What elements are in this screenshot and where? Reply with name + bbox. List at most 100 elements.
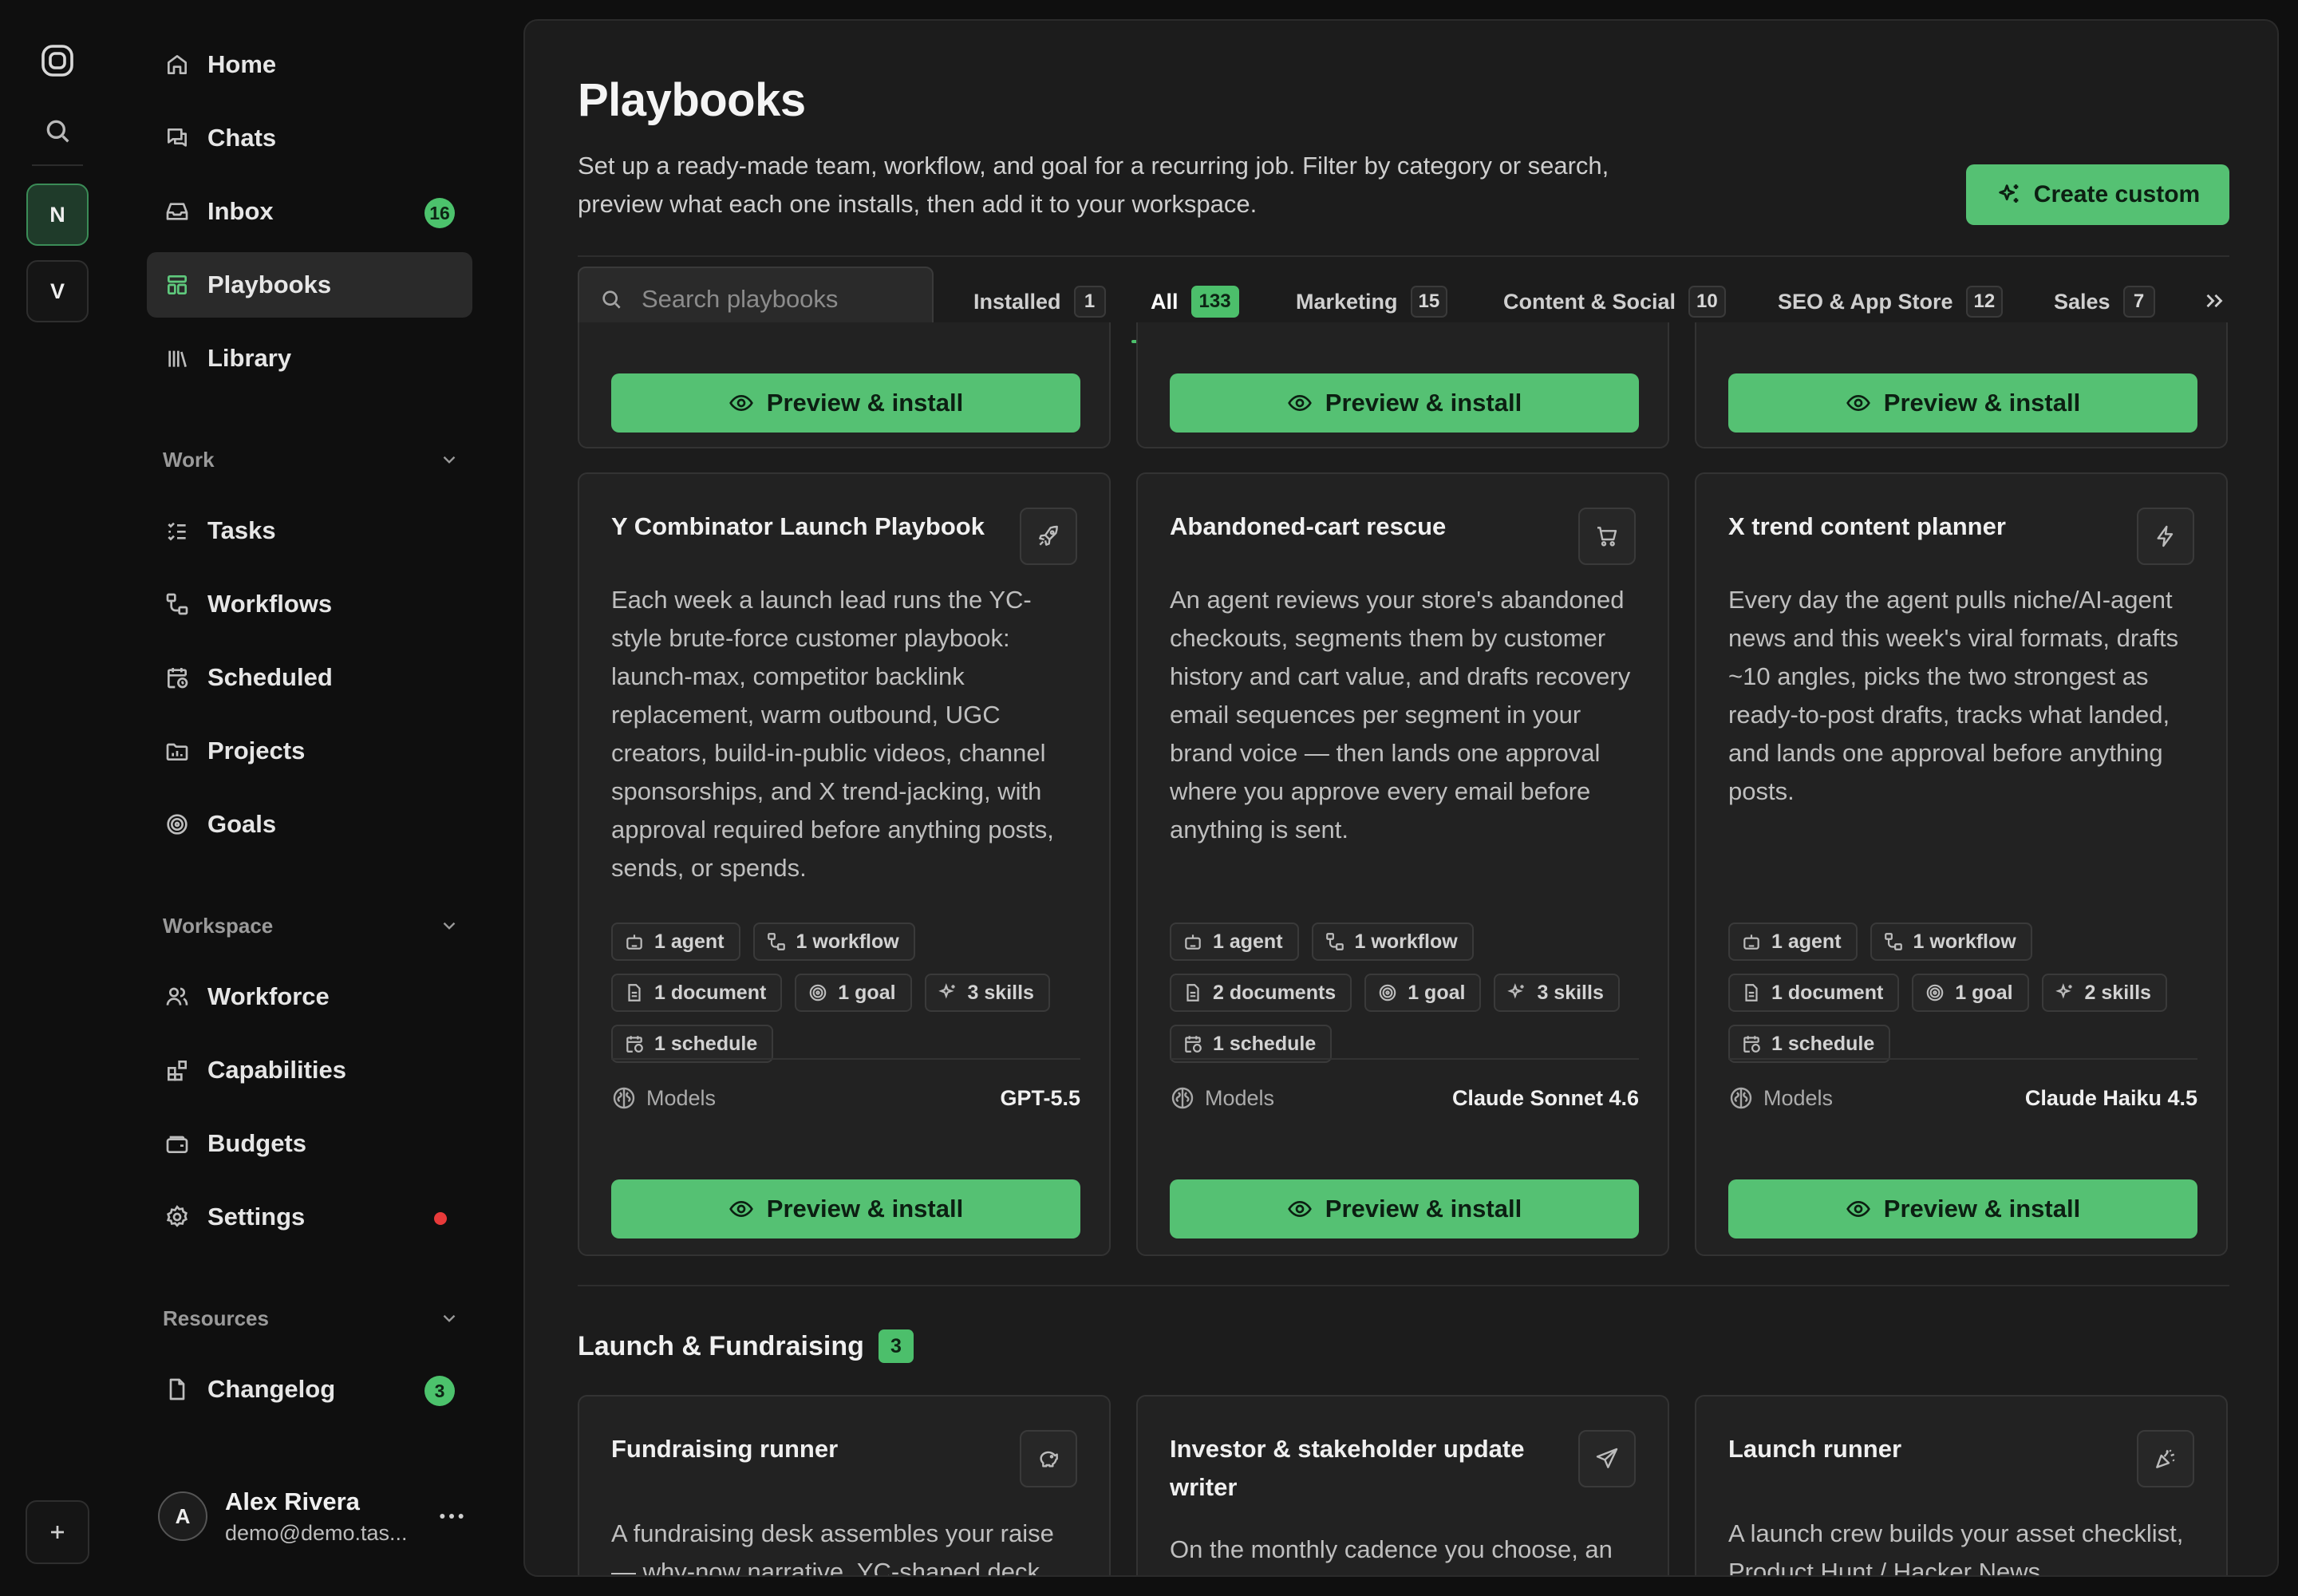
sidebar-item-label: Projects bbox=[207, 737, 306, 764]
chip-skills: 2 skills bbox=[2041, 974, 2167, 1012]
document-icon bbox=[1745, 984, 1758, 1001]
tab-seo-app-store[interactable]: SEO & App Store 12 bbox=[1778, 275, 2004, 329]
create-custom-button[interactable]: Create custom bbox=[1966, 164, 2229, 225]
sidebar-item-scheduled[interactable]: Scheduled bbox=[147, 645, 472, 710]
card-title: Abandoned-cart rescue bbox=[1170, 512, 1447, 540]
tab-installed[interactable]: Installed 1 bbox=[973, 275, 1106, 329]
sidebar-item-capabilities[interactable]: Capabilities bbox=[147, 1037, 472, 1103]
page-title: Playbooks bbox=[578, 74, 806, 126]
sidebar-item-inbox[interactable]: Inbox 16 bbox=[147, 179, 472, 244]
section-toggle-workspace[interactable]: Workspace bbox=[163, 910, 460, 942]
sidebar-item-tasks[interactable]: Tasks bbox=[147, 498, 472, 563]
add-workspace-button[interactable] bbox=[26, 1500, 89, 1564]
tab-count: 12 bbox=[1965, 286, 2004, 318]
sidebar-item-workforce[interactable]: Workforce bbox=[147, 964, 472, 1029]
section-toggle-work[interactable]: Work bbox=[163, 444, 460, 476]
tab-count: 1 bbox=[1073, 286, 1106, 318]
home-icon bbox=[164, 52, 190, 77]
section-title-text: Launch & Fundraising bbox=[578, 1330, 864, 1361]
eye-icon bbox=[1846, 1200, 1870, 1218]
section-title: Workspace bbox=[163, 913, 274, 938]
search-icon bbox=[602, 290, 621, 309]
tasks-icon bbox=[164, 518, 190, 543]
playbook-card-fundraising: Fundraising runner A fundraising desk as… bbox=[578, 1395, 1111, 1577]
preview-install-button[interactable]: Preview & install bbox=[1170, 1179, 1639, 1238]
chip-documents: 1 document bbox=[611, 974, 783, 1012]
tab-count: 15 bbox=[1410, 286, 1448, 318]
sidebar-item-label: Goals bbox=[207, 810, 277, 838]
workflow-icon bbox=[1884, 933, 1902, 950]
sidebar-item-chats[interactable]: Chats bbox=[147, 105, 472, 171]
playbook-card-launch-runner: Launch runner A launch crew builds your … bbox=[1695, 1395, 2228, 1575]
sidebar-item-label: Changelog bbox=[207, 1375, 336, 1403]
card-description: On the monthly cadence you choose, an up… bbox=[1170, 1535, 1613, 1575]
avatar: A bbox=[158, 1491, 207, 1541]
chip-workflows: 1 workflow bbox=[1311, 922, 1474, 961]
preview-install-button[interactable]: Preview & install bbox=[611, 1179, 1080, 1238]
user-profile[interactable]: A Alex Rivera demo@demo.tas... bbox=[158, 1476, 472, 1556]
chip-agents: 1 agent bbox=[1170, 922, 1299, 961]
sidebar-item-goals[interactable]: Goals bbox=[147, 792, 472, 857]
more-options-icon[interactable] bbox=[436, 1500, 468, 1532]
playbook-card: Preview & install bbox=[578, 322, 1111, 448]
sidebar-item-label: Scheduled bbox=[207, 663, 333, 691]
card-description: A fundraising desk assembles your raise … bbox=[611, 1519, 1054, 1577]
workspace-switch-v[interactable]: V bbox=[26, 260, 89, 322]
chip-goals: 1 goal bbox=[1364, 974, 1482, 1012]
sidebar-item-projects[interactable]: Projects bbox=[147, 718, 472, 784]
sidebar-item-label: Workflows bbox=[207, 590, 333, 618]
inbox-count-badge: 16 bbox=[424, 198, 455, 228]
people-icon bbox=[164, 984, 190, 1009]
chevrons-right-icon[interactable] bbox=[2201, 287, 2228, 314]
preview-install-label: Preview & install bbox=[766, 389, 964, 417]
party-popper-icon bbox=[2137, 1430, 2194, 1487]
calendar-clock-icon bbox=[1743, 1036, 1760, 1053]
sidebar-item-label: Budgets bbox=[207, 1129, 306, 1157]
models-label: Models bbox=[646, 1085, 717, 1110]
tab-label: Sales bbox=[2054, 289, 2110, 314]
sidebar-item-changelog[interactable]: Changelog 3 bbox=[147, 1357, 472, 1422]
preview-install-button[interactable]: Preview & install bbox=[1728, 373, 2197, 433]
sidebar-item-workflows[interactable]: Workflows bbox=[147, 571, 472, 637]
sparkles-icon bbox=[1999, 184, 2019, 203]
card-title: Fundraising runner bbox=[611, 1435, 839, 1463]
target-icon bbox=[164, 812, 190, 837]
tab-all[interactable]: All 133 bbox=[1151, 275, 1239, 329]
preview-install-button[interactable]: Preview & install bbox=[611, 373, 1080, 433]
models-label: Models bbox=[1763, 1085, 1834, 1110]
tab-sales[interactable]: Sales 7 bbox=[2054, 275, 2155, 329]
eye-icon bbox=[728, 1200, 753, 1218]
calendar-clock-icon bbox=[164, 665, 190, 690]
section-toggle-resources[interactable]: Resources bbox=[163, 1302, 460, 1334]
robot-icon bbox=[1743, 934, 1759, 950]
sidebar-item-budgets[interactable]: Budgets bbox=[147, 1111, 472, 1176]
preview-install-button[interactable]: Preview & install bbox=[1728, 1179, 2197, 1238]
playbook-card-x-trend: X trend content planner Every day the ag… bbox=[1695, 472, 2228, 1256]
tab-count: 133 bbox=[1190, 286, 1239, 318]
plus-icon bbox=[51, 1526, 64, 1539]
sidebar-item-playbooks[interactable]: Playbooks bbox=[147, 252, 472, 318]
section-title: Work bbox=[163, 447, 215, 472]
profile-email: demo@demo.tas... bbox=[225, 1520, 408, 1545]
eye-icon bbox=[1846, 394, 1870, 412]
tab-marketing[interactable]: Marketing 15 bbox=[1296, 275, 1448, 329]
workspace-switch-n[interactable]: N bbox=[26, 184, 89, 246]
search-icon[interactable] bbox=[41, 115, 73, 147]
sidebar-item-home[interactable]: Home bbox=[147, 32, 472, 97]
preview-install-button[interactable]: Preview & install bbox=[1170, 373, 1639, 433]
workspace-rail: N V bbox=[0, 0, 115, 1596]
app-logo-icon[interactable] bbox=[38, 41, 77, 80]
rail-divider bbox=[32, 164, 83, 166]
settings-alert-dot bbox=[434, 1212, 447, 1225]
sidebar-item-library[interactable]: Library bbox=[147, 326, 472, 391]
library-icon bbox=[164, 346, 190, 371]
inbox-icon bbox=[164, 199, 190, 224]
sidebar-item-label: Library bbox=[207, 344, 292, 372]
tab-content-social[interactable]: Content & Social 10 bbox=[1503, 275, 1726, 329]
sidebar-item-settings[interactable]: Settings bbox=[147, 1184, 472, 1250]
workflow-icon bbox=[767, 933, 785, 950]
tab-label: Marketing bbox=[1296, 289, 1398, 314]
tab-count: 10 bbox=[1688, 286, 1726, 318]
document-icon bbox=[1187, 984, 1199, 1001]
tab-label: All bbox=[1151, 289, 1179, 314]
